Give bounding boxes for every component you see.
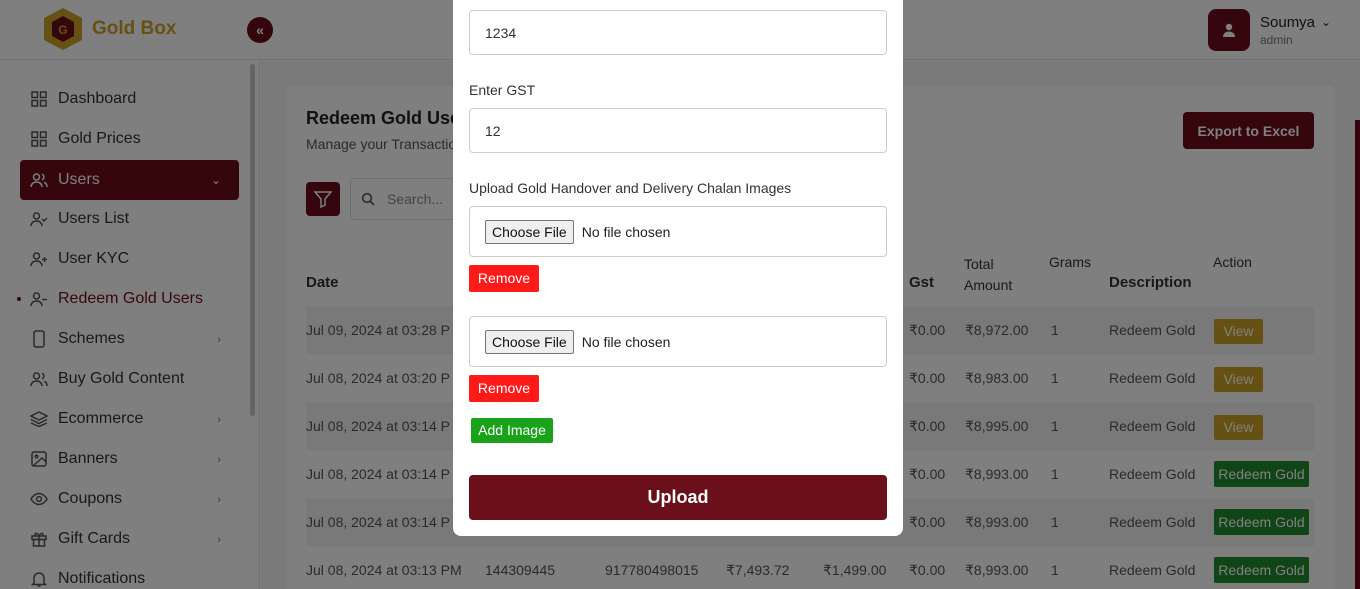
add-image-button[interactable]: Add Image [471,418,553,443]
file-input[interactable]: Choose File No file chosen [469,206,887,257]
file-input[interactable]: Choose File No file chosen [469,316,887,367]
file-status: No file chosen [581,333,671,350]
choose-file-button[interactable]: Choose File [485,219,574,244]
amount-input[interactable]: 1234 [469,10,887,55]
choose-file-button[interactable]: Choose File [485,329,574,354]
remove-button[interactable]: Remove [469,375,539,402]
remove-button[interactable]: Remove [469,265,539,292]
upload-images-label: Upload Gold Handover and Delivery Chalan… [469,180,792,196]
gst-label: Enter GST [469,82,536,98]
upload-modal: 1234 Enter GST 12 Upload Gold Handover a… [453,0,903,536]
gst-input[interactable]: 12 [469,108,887,153]
file-status: No file chosen [581,223,671,240]
upload-button[interactable]: Upload [469,475,887,520]
